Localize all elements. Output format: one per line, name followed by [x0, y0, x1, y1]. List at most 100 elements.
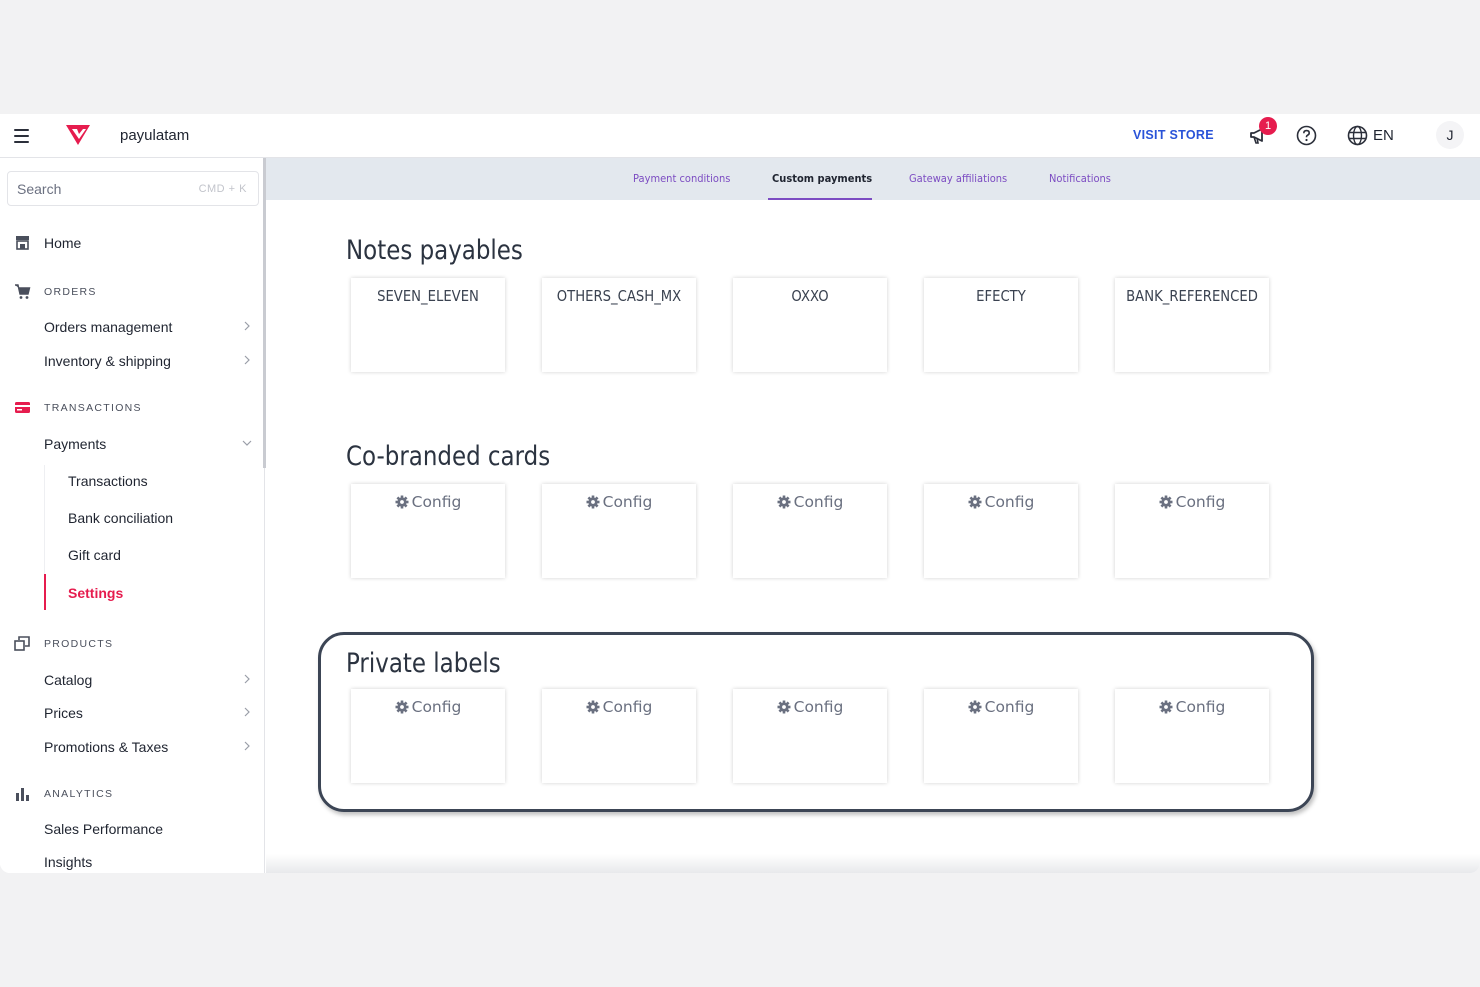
payment-card-seven-eleven[interactable]: SEVEN_ELEVEN: [351, 278, 505, 372]
sidebar-item-label: Insights: [44, 854, 93, 870]
config-label: Config: [984, 493, 1035, 511]
config-label: Config: [411, 698, 462, 716]
tab-bar: Payment conditions Custom payments Gatew…: [266, 158, 1480, 200]
active-tab-underline: [768, 198, 872, 200]
vtex-logo-icon: [66, 125, 90, 145]
sidebar-item-promotions-taxes[interactable]: Promotions & Taxes: [0, 732, 262, 762]
chevron-right-icon: [244, 707, 250, 717]
sidebar-subitem-label: Settings: [68, 585, 124, 601]
card-label: BANK_REFERENCED: [1126, 287, 1258, 305]
section-title-notes-payables: Notes payables: [346, 235, 523, 266]
search-shortcut-hint: CMD + K: [198, 183, 247, 195]
sidebar-item-label: Home: [44, 235, 82, 251]
tab-notifications[interactable]: Notifications: [1049, 172, 1111, 185]
sidebar-item-sales-performance[interactable]: Sales Performance: [0, 814, 262, 844]
sidebar: Search CMD + K Home ORDERS Orders manage…: [0, 158, 266, 873]
payment-card-bank-referenced[interactable]: BANK_REFERENCED: [1115, 278, 1269, 372]
chevron-right-icon: [244, 321, 250, 331]
sidebar-item-catalog[interactable]: Catalog: [0, 665, 262, 695]
gear-icon: [968, 700, 982, 714]
search-input[interactable]: Search: [17, 181, 61, 197]
chevron-right-icon: [244, 741, 250, 751]
sidebar-item-insights[interactable]: Insights: [0, 847, 262, 873]
gear-icon: [968, 495, 982, 509]
chevron-right-icon: [244, 674, 250, 684]
tab-gateway-affiliations[interactable]: Gateway affiliations: [909, 172, 1007, 185]
sidebar-subitem-gift-card[interactable]: Gift card: [44, 540, 262, 570]
config-label: Config: [602, 698, 653, 716]
tab-custom-payments[interactable]: Custom payments: [772, 172, 872, 185]
sidebar-section-orders: ORDERS: [0, 280, 262, 304]
co-branded-config-card[interactable]: Config: [351, 484, 505, 578]
sidebar-section-transactions: TRANSACTIONS: [0, 396, 262, 420]
co-branded-config-card[interactable]: Config: [733, 484, 887, 578]
sidebar-subitem-bank-conciliation[interactable]: Bank conciliation: [44, 503, 262, 533]
sidebar-subitem-label: Transactions: [68, 473, 148, 489]
credit-card-icon: [15, 402, 30, 413]
globe-icon[interactable]: [1347, 125, 1368, 146]
co-branded-config-card[interactable]: Config: [1115, 484, 1269, 578]
gear-icon: [777, 495, 791, 509]
sidebar-item-home[interactable]: Home: [0, 228, 262, 258]
user-avatar[interactable]: J: [1436, 121, 1464, 149]
private-label-config-card[interactable]: Config: [542, 689, 696, 783]
hamburger-menu-icon[interactable]: [12, 126, 32, 146]
section-title-private-labels: Private labels: [346, 648, 501, 679]
gear-icon: [1159, 700, 1173, 714]
payment-card-efecty[interactable]: EFECTY: [924, 278, 1078, 372]
sidebar-item-orders-management[interactable]: Orders management: [0, 312, 262, 342]
gear-icon: [395, 495, 409, 509]
co-branded-config-card[interactable]: Config: [542, 484, 696, 578]
chevron-right-icon: [244, 355, 250, 365]
visit-store-link[interactable]: VISIT STORE: [1133, 128, 1214, 142]
sidebar-item-label: Sales Performance: [44, 821, 164, 837]
private-label-config-card[interactable]: Config: [1115, 689, 1269, 783]
top-bar: payulatam VISIT STORE 1 EN J: [0, 114, 1480, 158]
card-label: OTHERS_CASH_MX: [556, 287, 682, 305]
gear-icon: [777, 700, 791, 714]
bar-chart-icon: [16, 788, 29, 801]
sidebar-subitem-label: Bank conciliation: [68, 510, 174, 526]
app-window: payulatam VISIT STORE 1 EN J Search CMD …: [0, 114, 1480, 873]
main-content: Payment conditions Custom payments Gatew…: [266, 158, 1480, 873]
config-label: Config: [793, 698, 844, 716]
config-label: Config: [793, 493, 844, 511]
config-label: Config: [1175, 698, 1226, 716]
sidebar-item-prices[interactable]: Prices: [0, 698, 262, 728]
account-name: payulatam: [120, 127, 190, 144]
card-label: OXXO: [791, 287, 829, 305]
config-label: Config: [1175, 493, 1226, 511]
help-icon[interactable]: [1296, 125, 1317, 146]
config-label: Config: [602, 493, 653, 511]
sidebar-subitem-transactions[interactable]: Transactions: [44, 466, 262, 496]
sidebar-item-label: Orders management: [44, 319, 173, 335]
private-label-config-card[interactable]: Config: [351, 689, 505, 783]
section-label: ORDERS: [44, 286, 97, 298]
section-label: PRODUCTS: [44, 638, 114, 650]
payment-card-others-cash-mx[interactable]: OTHERS_CASH_MX: [542, 278, 696, 372]
sidebar-item-label: Inventory & shipping: [44, 353, 171, 369]
sidebar-section-products: PRODUCTS: [0, 632, 262, 656]
sidebar-item-payments[interactable]: Payments: [0, 429, 262, 459]
card-label: SEVEN_ELEVEN: [377, 287, 479, 305]
config-label: Config: [984, 698, 1035, 716]
search-field[interactable]: Search CMD + K: [7, 171, 259, 206]
language-selector[interactable]: EN: [1373, 127, 1394, 144]
notification-badge: 1: [1259, 117, 1277, 135]
section-label: TRANSACTIONS: [44, 402, 142, 414]
sidebar-subitem-settings[interactable]: Settings: [44, 578, 262, 608]
gear-icon: [586, 700, 600, 714]
tab-payment-conditions[interactable]: Payment conditions: [633, 172, 730, 185]
products-icon: [14, 636, 30, 651]
private-label-config-card[interactable]: Config: [924, 689, 1078, 783]
sidebar-item-label: Prices: [44, 705, 83, 721]
gear-icon: [1159, 495, 1173, 509]
section-label: ANALYTICS: [44, 788, 114, 800]
private-label-config-card[interactable]: Config: [733, 689, 887, 783]
section-title-co-branded-cards: Co-branded cards: [346, 441, 551, 472]
sidebar-item-inventory-shipping[interactable]: Inventory & shipping: [0, 346, 262, 376]
co-branded-config-card[interactable]: Config: [924, 484, 1078, 578]
sidebar-subitem-label: Gift card: [68, 547, 121, 563]
sidebar-item-label: Promotions & Taxes: [44, 739, 169, 755]
payment-card-oxxo[interactable]: OXXO: [733, 278, 887, 372]
